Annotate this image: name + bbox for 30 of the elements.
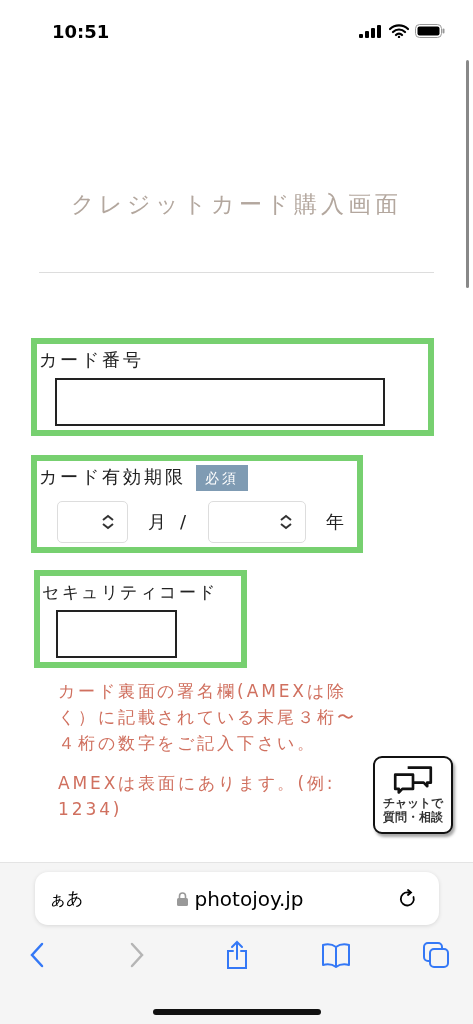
field-label: カード番号 — [38, 348, 144, 372]
text-size-button[interactable]: ぁあ — [48, 887, 83, 910]
card-number-field[interactable] — [55, 378, 385, 426]
chat-bubbles-icon — [391, 764, 435, 796]
tabs-button[interactable] — [421, 939, 451, 971]
unit-label: 年 — [326, 510, 345, 534]
help-text: AMEXは表面にあります。(例: 1234) — [58, 772, 337, 821]
separator-text: / — [180, 510, 187, 534]
back-chevron-icon — [30, 942, 44, 968]
chevron-updown-icon — [101, 514, 115, 530]
chevron-updown-icon — [279, 514, 294, 530]
help-text: カード裏面の署名欄(AMEXは除く）に記載されている末尾３桁〜４桁の数字をご記入下さい。 — [58, 680, 358, 755]
field-label: セキュリティコード — [41, 581, 218, 604]
share-icon — [224, 940, 249, 970]
required-tag: 必須 — [196, 465, 248, 491]
url-text: photojoy.jp — [194, 886, 304, 911]
address-bar[interactable]: ぁあ photojoy.jp — [34, 872, 439, 925]
chat-button[interactable]: チャットで 質問・相談 — [373, 756, 453, 834]
forward-chevron-icon — [129, 942, 144, 968]
wifi-icon — [389, 24, 409, 38]
book-icon — [321, 942, 352, 968]
status-time: 10:51 — [52, 20, 110, 42]
unit-label: 月 — [148, 510, 166, 534]
field-label: カード有効期限 — [38, 465, 186, 489]
security-code-field[interactable] — [56, 610, 177, 658]
lock-icon — [177, 891, 189, 906]
tabs-icon — [422, 941, 450, 969]
battery-icon — [415, 24, 445, 38]
signal-icon — [359, 24, 383, 38]
page-title: クレジットカード購入画面 — [70, 190, 403, 219]
